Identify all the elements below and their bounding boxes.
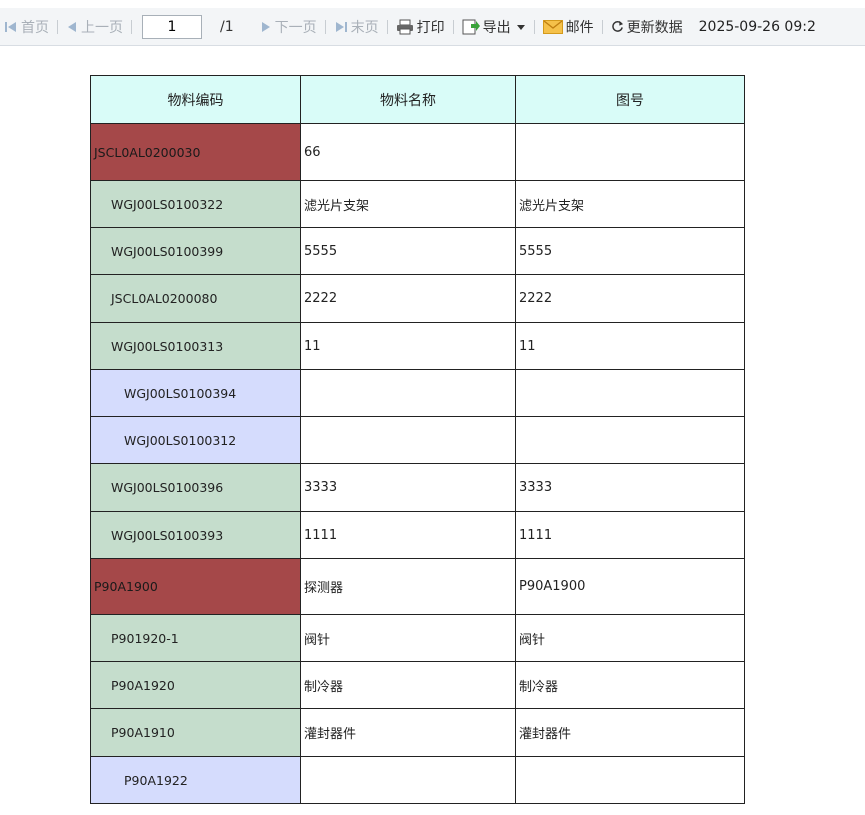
- last-page-icon: [335, 21, 347, 32]
- material-name-cell: 1111: [300, 511, 516, 559]
- material-name-cell: 2222: [300, 274, 516, 323]
- table-header-row: 物料编码 物料名称 图号: [90, 75, 745, 124]
- material-name-cell: [300, 756, 516, 804]
- table-row: WGJ00LS0100312: [90, 416, 745, 464]
- drawing-number-cell: 3333: [515, 463, 745, 512]
- drawing-number-cell: 1111: [515, 511, 745, 559]
- mail-button[interactable]: 邮件: [539, 8, 598, 45]
- material-code-cell: P90A1910: [90, 708, 301, 757]
- table-row: P90A1900 探测器 P90A1900: [90, 558, 745, 615]
- prev-page-icon: [68, 21, 76, 32]
- mail-icon: [542, 19, 563, 34]
- material-code-cell: JSCL0AL0200080: [90, 274, 301, 323]
- last-page-button[interactable]: 末页: [330, 8, 383, 45]
- separator: [57, 19, 58, 34]
- table-row: WGJ00LS0100393 1111 1111: [90, 511, 745, 559]
- material-code-cell: WGJ00LS0100393: [90, 511, 301, 559]
- separator: [386, 19, 388, 34]
- material-name-cell: 66: [300, 123, 516, 181]
- separator: [601, 19, 603, 34]
- header-material-name: 物料名称: [300, 75, 516, 124]
- material-table: 物料编码 物料名称 图号 JSCL0AL0200030 66 WGJ00LS01…: [90, 75, 745, 804]
- page-total: /1: [220, 18, 234, 35]
- refresh-label: 更新数据: [626, 19, 683, 36]
- last-page-label: 末页: [350, 19, 379, 36]
- material-name-cell: 制冷器: [300, 661, 516, 709]
- table-row: WGJ00LS0100399 5555 5555: [90, 227, 745, 275]
- material-code-cell: WGJ00LS0100312: [90, 416, 301, 464]
- table-row: WGJ00LS0100396 3333 3333: [90, 463, 745, 512]
- table-row: WGJ00LS0100322 滤光片支架 滤光片支架: [90, 180, 745, 228]
- material-code-cell: WGJ00LS0100394: [90, 369, 301, 417]
- table-row: P90A1910 灌封器件 灌封器件: [90, 708, 745, 757]
- drawing-number-cell: P90A1900: [515, 558, 745, 615]
- table-row: P90A1922: [90, 756, 745, 804]
- drawing-number-cell: [515, 123, 745, 181]
- print-button[interactable]: 打印: [392, 8, 449, 45]
- drawing-number-cell: 5555: [515, 227, 745, 275]
- material-name-cell: [300, 369, 516, 417]
- separator: [131, 19, 132, 34]
- material-code-cell: P90A1920: [90, 661, 301, 709]
- table-row: WGJ00LS0100313 11 11: [90, 322, 745, 370]
- next-page-label: 下一页: [274, 19, 317, 36]
- material-name-cell: 灌封器件: [300, 708, 516, 757]
- material-code-cell: P901920-1: [90, 614, 301, 662]
- material-code-cell: JSCL0AL0200030: [90, 123, 301, 181]
- material-code-cell: P90A1900: [90, 558, 301, 615]
- report-toolbar: 首页 上一页 /1 下一页 末页 打印 导出 邮件 更新数据 2025-09-2…: [0, 8, 865, 46]
- drawing-number-cell: 滤光片支架: [515, 180, 745, 228]
- material-code-cell: WGJ00LS0100322: [90, 180, 301, 228]
- table-row: JSCL0AL0200080 2222 2222: [90, 274, 745, 323]
- table-row: WGJ00LS0100394: [90, 369, 745, 417]
- first-page-icon: [5, 21, 16, 32]
- material-code-cell: WGJ00LS0100313: [90, 322, 301, 370]
- drawing-number-cell: 阀针: [515, 614, 745, 662]
- material-name-cell: [300, 416, 516, 464]
- report-datetime: 2025-09-26 09:2: [698, 18, 816, 35]
- material-code-cell: P90A1922: [90, 756, 301, 804]
- prev-page-button[interactable]: 上一页: [62, 8, 127, 45]
- drawing-number-cell: [515, 756, 745, 804]
- export-label: 导出: [482, 19, 511, 36]
- first-page-button[interactable]: 首页: [0, 8, 53, 45]
- separator: [452, 19, 454, 34]
- material-code-cell: WGJ00LS0100399: [90, 227, 301, 275]
- table-row: P901920-1 阀针 阀针: [90, 614, 745, 662]
- prev-page-label: 上一页: [81, 19, 123, 36]
- header-drawing-number: 图号: [515, 75, 745, 124]
- printer-icon: [396, 19, 413, 34]
- table-row: P90A1920 制冷器 制冷器: [90, 661, 745, 709]
- drawing-number-cell: 制冷器: [515, 661, 745, 709]
- next-page-button[interactable]: 下一页: [256, 8, 321, 45]
- page-number-input[interactable]: [142, 14, 202, 39]
- first-page-label: 首页: [21, 19, 49, 36]
- mail-label: 邮件: [565, 19, 594, 36]
- refresh-icon: [611, 20, 623, 32]
- export-button[interactable]: 导出: [458, 8, 530, 45]
- header-material-code: 物料编码: [90, 75, 301, 124]
- material-name-cell: 11: [300, 322, 516, 370]
- drawing-number-cell: 2222: [515, 274, 745, 323]
- material-name-cell: 5555: [300, 227, 516, 275]
- drawing-number-cell: [515, 416, 745, 464]
- material-code-cell: WGJ00LS0100396: [90, 463, 301, 512]
- material-name-cell: 3333: [300, 463, 516, 512]
- drawing-number-cell: [515, 369, 745, 417]
- separator: [324, 19, 326, 34]
- material-name-cell: 探测器: [300, 558, 516, 615]
- next-page-icon: [261, 21, 270, 32]
- refresh-data-button[interactable]: 更新数据: [607, 8, 687, 45]
- table-row: JSCL0AL0200030 66: [90, 123, 745, 181]
- material-name-cell: 阀针: [300, 614, 516, 662]
- separator: [533, 19, 535, 34]
- print-label: 打印: [416, 19, 445, 36]
- material-name-cell: 滤光片支架: [300, 180, 516, 228]
- export-icon: [462, 19, 480, 34]
- drawing-number-cell: 11: [515, 322, 745, 370]
- chevron-down-icon: [516, 24, 525, 30]
- drawing-number-cell: 灌封器件: [515, 708, 745, 757]
